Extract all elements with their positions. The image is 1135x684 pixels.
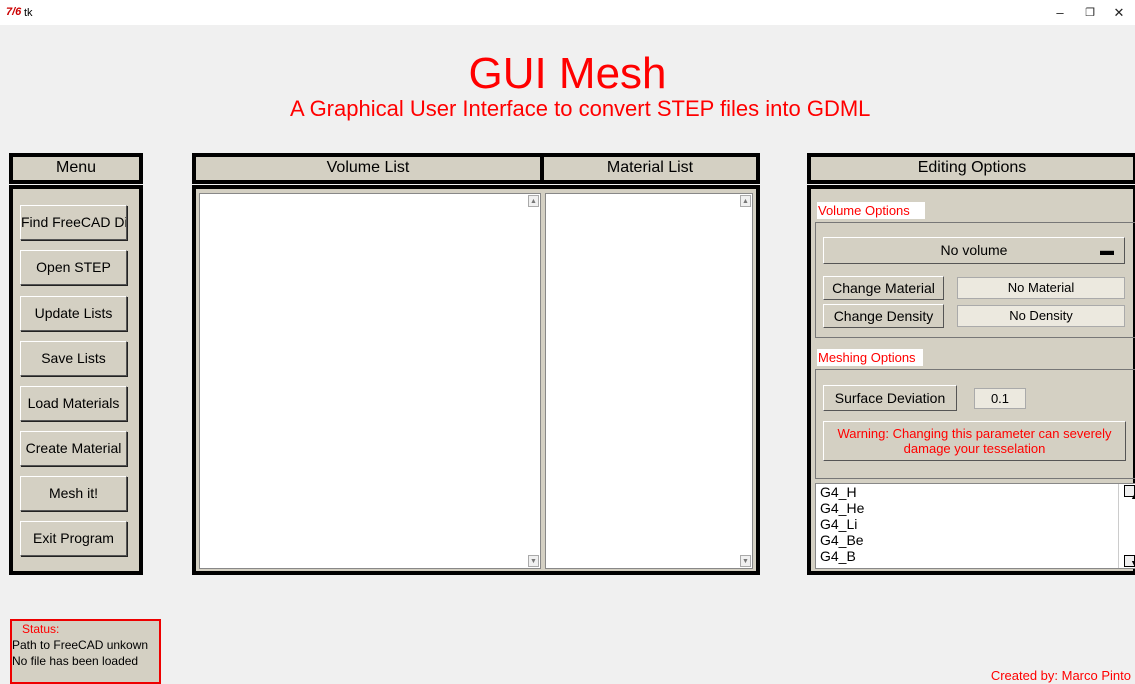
scroll-up-icon[interactable]: ▲	[528, 195, 539, 207]
status-file: No file has been loaded	[12, 654, 139, 668]
create-material-button[interactable]: Create Material	[20, 431, 127, 466]
credit-text: Created by: Marco Pinto	[990, 668, 1131, 683]
density-value: No Density	[957, 305, 1125, 327]
update-lists-button[interactable]: Update Lists	[20, 296, 127, 331]
volume-select[interactable]: No volume ▬	[823, 237, 1125, 264]
exit-program-button[interactable]: Exit Program	[20, 521, 127, 556]
open-step-button[interactable]: Open STEP	[20, 250, 127, 285]
close-icon[interactable]: ✕	[1107, 4, 1131, 22]
scroll-up-icon[interactable]: ▲	[1124, 485, 1135, 502]
list-item[interactable]: G4_Li	[816, 516, 1135, 532]
list-item[interactable]: G4_He	[816, 500, 1135, 516]
material-options-listbox[interactable]: G4_H G4_He G4_Li G4_Be G4_B ▲ ▼	[815, 483, 1135, 569]
load-materials-button[interactable]: Load Materials	[20, 386, 127, 421]
list-item[interactable]: G4_H	[816, 484, 1135, 500]
restore-icon[interactable]: ❐	[1078, 4, 1102, 22]
material-value: No Material	[957, 277, 1125, 299]
find-freecad-button[interactable]: Find FreeCAD Di	[20, 205, 127, 240]
tk-logo-icon: 7/6	[6, 6, 22, 18]
volume-select-value: No volume	[940, 242, 1008, 258]
volume-list-header: Volume List	[192, 153, 544, 184]
menu-header: Menu	[9, 153, 143, 184]
volume-listbox[interactable]: ▲ ▼	[199, 193, 541, 569]
title-bar	[0, 0, 1135, 25]
app-title: GUI Mesh	[468, 49, 667, 98]
volume-options-label: Volume Options	[817, 202, 925, 219]
scroll-down-icon[interactable]: ▼	[1124, 555, 1135, 568]
volume-scrollbar[interactable]: ▲ ▼	[526, 194, 540, 568]
status-label: Status:	[22, 622, 60, 636]
menu-panel: Find FreeCAD Di Open STEP Update Lists S…	[9, 185, 143, 575]
status-freecad-path: Path to FreeCAD unkown	[12, 638, 149, 652]
change-material-button[interactable]: Change Material	[823, 276, 944, 300]
save-lists-button[interactable]: Save Lists	[20, 341, 127, 376]
scroll-down-icon[interactable]: ▼	[528, 555, 539, 567]
mesh-it-button[interactable]: Mesh it!	[20, 476, 127, 511]
dropdown-icon: ▬	[1100, 242, 1114, 258]
status-panel: Status: Path to FreeCAD unkown No file h…	[10, 619, 161, 684]
surface-deviation-value[interactable]: 0.1	[974, 388, 1026, 409]
lists-panel: ▲ ▼ ▲ ▼	[192, 185, 760, 575]
material-scrollbar[interactable]: ▲ ▼	[738, 194, 752, 568]
meshing-options-label: Meshing Options	[817, 349, 923, 366]
window-title: tk	[24, 7, 33, 19]
surface-deviation-button[interactable]: Surface Deviation	[823, 385, 957, 411]
scroll-up-icon[interactable]: ▲	[740, 195, 751, 207]
list-item[interactable]: G4_Be	[816, 532, 1135, 548]
editing-options-header: Editing Options	[807, 153, 1135, 184]
scroll-down-icon[interactable]: ▼	[740, 555, 751, 567]
minimize-icon[interactable]: –	[1048, 4, 1072, 22]
materials-scrollbar[interactable]: ▲ ▼	[1118, 484, 1135, 568]
warning-message: Warning: Changing this parameter can sev…	[823, 421, 1126, 461]
material-list-header: Material List	[540, 153, 760, 184]
material-listbox[interactable]: ▲ ▼	[545, 193, 753, 569]
editing-panel: Volume Options No volume ▬ Change Materi…	[807, 185, 1135, 575]
change-density-button[interactable]: Change Density	[823, 304, 944, 328]
list-item[interactable]: G4_B	[816, 548, 1135, 564]
app-subtitle: A Graphical User Interface to convert ST…	[290, 96, 871, 121]
